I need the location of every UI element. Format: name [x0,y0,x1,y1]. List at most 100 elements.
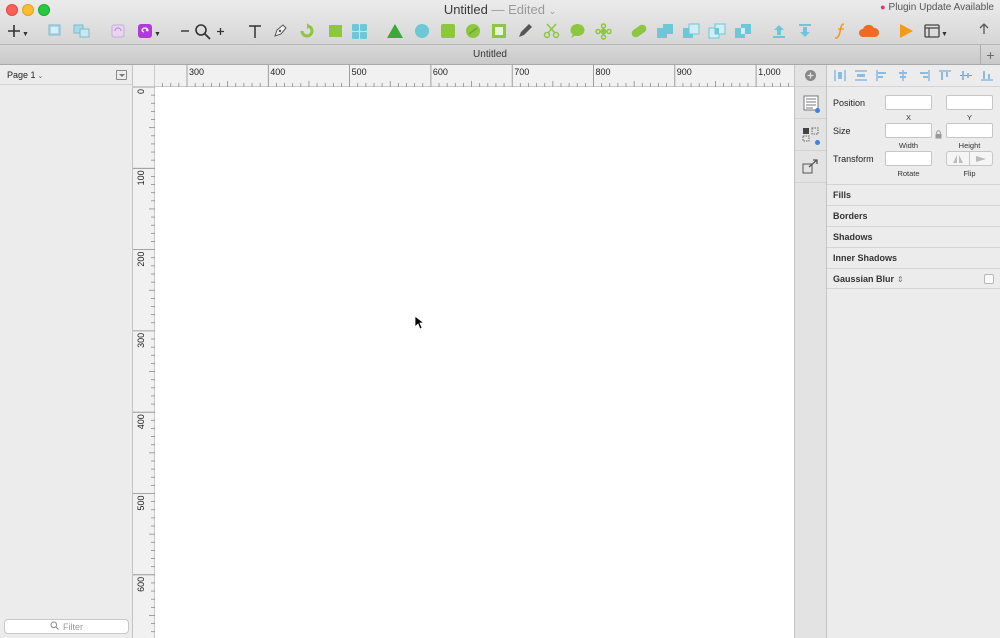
zoom-button[interactable] [193,21,211,41]
borders-section[interactable]: Borders [827,205,1000,226]
inspector-tab-style[interactable] [795,87,826,119]
symbol-button[interactable] [110,21,126,41]
distribute-horizontal-icon[interactable] [834,70,846,81]
inner-shadows-label: Inner Shadows [833,253,898,263]
flip-control [946,151,993,166]
circle-tool-button[interactable] [463,21,483,41]
union-button[interactable] [655,21,675,41]
grid-tool-button[interactable] [349,21,369,41]
ruler-label: 600 [136,577,146,592]
updown-chevron-icon[interactable]: ⇕ [897,275,904,284]
triangle-tool-button[interactable] [385,21,405,41]
inspector-tab-layout[interactable] [795,119,826,151]
triangle-icon [387,24,403,38]
difference-button[interactable] [733,21,753,41]
layer-filter-input[interactable]: Filter [4,619,129,634]
ungroup-button[interactable] [72,21,92,41]
ungroup-icon [73,24,90,38]
rotate-tool-button[interactable] [297,21,317,41]
cloud-button[interactable] [857,21,881,41]
shadows-section[interactable]: Shadows [827,226,1000,247]
lock-icon[interactable] [935,126,942,144]
document-tab[interactable]: Untitled [0,49,980,60]
plugin-update-notice[interactable]: ● Plugin Update Available [880,2,994,13]
rectangle-tool-button[interactable] [326,21,344,41]
ruler-label: 300 [136,333,146,348]
rotate-icon [300,23,314,38]
group-icon [48,24,61,36]
export-icon [802,159,818,174]
transform-row: Transform Rotate Flip [827,149,1000,178]
fills-label: Fills [833,190,852,200]
height-field[interactable] [946,123,993,138]
document-tab-bar: Untitled + [0,45,1000,65]
script-button[interactable] [832,21,850,41]
ruler-label: 500 [352,67,367,77]
add-tab-button[interactable]: + [980,45,1000,65]
position-x-field[interactable] [885,95,932,110]
intersect-icon [708,23,726,39]
titlebar: Untitled — Edited ⌄ ● Plugin Update Avail… [0,0,1000,45]
share-button[interactable] [975,21,993,41]
page-header: Page 1 ⌄ [0,65,132,85]
speech-bubble-tool-button[interactable] [567,21,587,41]
position-y-field[interactable] [946,95,993,110]
inspector-tab-export[interactable] [795,151,826,183]
upload-icon [773,25,785,38]
horizontal-ruler[interactable]: 300 400 500 600 700 800 900 1,000 [155,65,794,87]
align-center-icon[interactable] [897,70,909,81]
flower-tool-button[interactable] [593,21,613,41]
insert-button[interactable]: ▼ [6,21,30,41]
ruler-corner [133,65,155,87]
download-button[interactable] [795,21,815,41]
align-left-icon[interactable] [876,70,888,81]
oval-tool-button[interactable] [412,21,432,41]
upload-button[interactable] [769,21,789,41]
window-title[interactable]: Untitled — Edited ⌄ [0,2,1000,17]
align-top-icon[interactable] [939,70,952,81]
inner-shadows-section[interactable]: Inner Shadows [827,247,1000,268]
square-icon [441,24,455,38]
play-button[interactable] [896,21,916,41]
zoom-minus-icon [181,30,189,32]
flip-horizontal-icon [953,154,963,163]
width-field[interactable] [885,123,932,138]
ruler-label: 300 [189,67,204,77]
borders-label: Borders [833,211,868,221]
gaussian-blur-section[interactable]: Gaussian Blur ⇕ [827,268,1000,289]
flip-vertical-button[interactable] [970,152,992,165]
frame-tool-button[interactable] [489,21,509,41]
square-tool-button[interactable] [438,21,458,41]
subtract-button[interactable] [681,21,701,41]
link-tool-button[interactable] [629,21,649,41]
align-bottom-icon[interactable] [981,70,994,81]
flip-horizontal-button[interactable] [947,152,970,165]
rotate-field[interactable] [885,151,932,166]
position-row: Position X Y [827,93,1000,122]
gaussian-blur-checkbox[interactable] [984,274,994,284]
page-selector[interactable]: Page 1 ⌄ [7,70,43,80]
plugin-button[interactable]: ▼ [136,21,162,41]
zoom-in-button[interactable] [214,21,226,41]
view-icon [924,24,940,38]
vertical-ruler-graphic: 0 100 200 300 400 500 600 [133,86,155,633]
pencil-tool-button[interactable] [516,21,534,41]
group-button[interactable] [46,21,64,41]
artboard-canvas[interactable] [155,87,794,638]
vertical-ruler[interactable]: 0 100 200 300 400 500 600 [133,86,155,638]
intersect-button[interactable] [707,21,727,41]
size-row: Size Width Height [827,121,1000,150]
position-label: Position [833,98,866,108]
pen-tool-button[interactable] [271,21,289,41]
distribute-vertical-icon[interactable] [854,70,867,81]
scissors-tool-button[interactable] [541,21,561,41]
align-right-icon[interactable] [918,70,930,81]
fills-section[interactable]: Fills [827,184,1000,205]
text-tool-button[interactable] [246,21,264,41]
zoom-out-button[interactable] [179,21,191,41]
toggle-pages-icon[interactable] [116,70,127,80]
circle-icon [466,24,480,38]
align-middle-icon[interactable] [960,70,973,81]
view-button[interactable]: ▼ [922,21,950,41]
share-icon [979,23,989,34]
